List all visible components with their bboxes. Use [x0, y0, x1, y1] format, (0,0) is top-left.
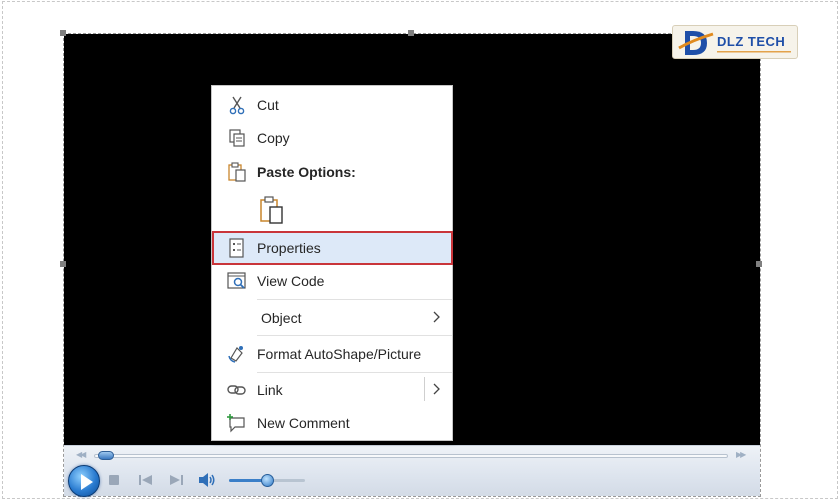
play-button[interactable] — [68, 465, 100, 497]
volume-thumb[interactable] — [261, 474, 274, 487]
menu-item-label: Copy — [257, 130, 290, 146]
menu-item-view-code[interactable]: View Code — [212, 266, 452, 296]
menu-item-label: Format AutoShape/Picture — [257, 346, 422, 362]
menu-separator — [257, 335, 452, 336]
format-shape-icon — [228, 346, 243, 363]
split-button-divider — [424, 377, 425, 401]
paste-icon — [228, 162, 246, 182]
menu-item-label: Link — [257, 382, 283, 398]
menu-item-properties[interactable]: Properties — [212, 233, 452, 263]
logo-text: DLZ TECH — [717, 34, 786, 49]
menu-separator — [257, 299, 452, 300]
dlz-tech-logo: DLZ TECH — [672, 25, 798, 59]
paste-keep-source-icon — [260, 196, 283, 224]
seek-back-icon[interactable]: ◀◀ — [76, 450, 86, 459]
properties-icon — [229, 238, 244, 258]
menu-item-label: View Code — [257, 273, 325, 289]
menu-item-object[interactable]: Object — [212, 303, 452, 333]
previous-icon[interactable] — [139, 474, 153, 486]
menu-separator — [257, 372, 452, 373]
seek-bar[interactable] — [94, 454, 728, 458]
context-menu: Cut Copy Paste Options: Properties View … — [211, 85, 453, 441]
resize-handle-left[interactable] — [60, 261, 66, 267]
resize-handle-top[interactable] — [408, 30, 414, 36]
menu-item-label: Cut — [257, 97, 279, 113]
scissors-icon — [229, 96, 245, 115]
slide-canvas: ◀◀ ▶▶ DLZ TECH Cut Copy Paste Options: P… — [0, 0, 840, 500]
menu-header-paste-options: Paste Options: — [212, 157, 452, 187]
menu-item-cut[interactable]: Cut — [212, 90, 452, 120]
menu-item-format-autoshape[interactable]: Format AutoShape/Picture — [212, 339, 452, 369]
menu-item-label: Object — [261, 310, 302, 326]
menu-header-label: Paste Options: — [257, 164, 356, 180]
seek-thumb[interactable] — [98, 451, 114, 460]
copy-icon — [229, 129, 245, 147]
media-player-controls: ◀◀ ▶▶ — [64, 445, 760, 497]
link-icon — [227, 385, 246, 395]
resize-handle-right[interactable] — [756, 261, 762, 267]
new-comment-icon — [227, 414, 245, 433]
menu-item-link[interactable]: Link — [212, 375, 452, 405]
paste-option-keep-source[interactable] — [212, 191, 452, 227]
menu-item-new-comment[interactable]: New Comment — [212, 408, 452, 438]
submenu-arrow-icon[interactable] — [432, 381, 442, 397]
view-code-icon — [227, 272, 246, 289]
submenu-arrow-icon — [433, 311, 440, 323]
next-icon[interactable] — [169, 474, 183, 486]
resize-handle-top-left[interactable] — [60, 30, 66, 36]
menu-item-label: New Comment — [257, 415, 350, 431]
stop-icon[interactable] — [109, 475, 119, 485]
seek-forward-icon[interactable]: ▶▶ — [736, 450, 746, 459]
volume-icon[interactable] — [198, 472, 216, 488]
menu-item-copy[interactable]: Copy — [212, 123, 452, 153]
menu-item-label: Properties — [257, 240, 321, 256]
